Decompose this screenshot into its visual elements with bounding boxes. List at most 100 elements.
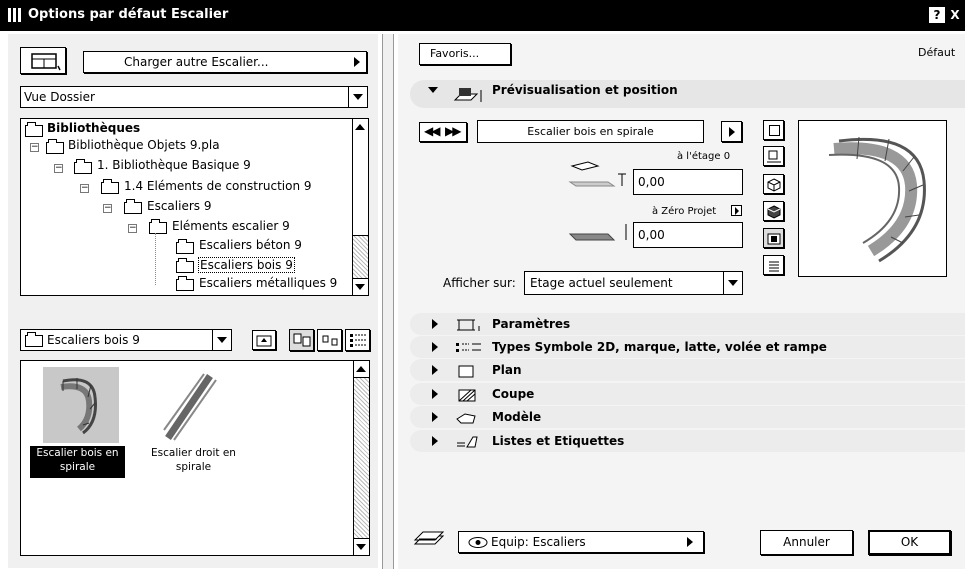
expand-right-icon	[432, 319, 438, 329]
object-name-field: Escalier bois en spirale	[477, 120, 704, 143]
view-list-button[interactable]	[763, 255, 784, 275]
collapse-icon[interactable]: −	[80, 184, 89, 193]
preview-pane	[798, 120, 947, 277]
small-icons-view-button[interactable]	[317, 329, 342, 351]
load-other-stair-button[interactable]: Charger autre Escalier...	[83, 51, 367, 73]
tree-label: Escaliers métalliques 9	[199, 276, 338, 290]
view-section-button[interactable]	[763, 146, 784, 166]
section-model[interactable]: Modèle	[410, 406, 965, 428]
item-label: spirale	[59, 461, 96, 473]
scroll-up-icon[interactable]	[356, 366, 366, 372]
next-icon[interactable]: ▶▶	[445, 124, 462, 138]
tree-connector	[155, 233, 157, 285]
expand-right-icon	[432, 365, 438, 375]
folder-up-icon	[256, 335, 272, 347]
scroll-up-icon[interactable]	[355, 124, 365, 130]
scroll-down-icon[interactable]	[355, 284, 365, 290]
list-view-button[interactable]	[345, 329, 370, 351]
tree-label-selected: Escaliers bois 9	[198, 257, 295, 273]
arrow-right-icon	[729, 127, 735, 137]
show-on-select[interactable]: Etage actuel seulement	[524, 271, 743, 295]
favorites-label: Favoris...	[430, 47, 480, 60]
square-icon	[769, 125, 780, 136]
section-lists-labels[interactable]: Listes et Etiquettes	[410, 430, 965, 452]
right-panel	[398, 34, 965, 569]
expand-right-icon	[432, 436, 438, 446]
show-on-value: Etage actuel seulement	[530, 276, 673, 290]
chevron-down-icon	[353, 94, 363, 100]
view-shaded-button[interactable]	[763, 201, 784, 221]
tree-label: Eléments escalier 9	[172, 219, 290, 233]
large-icons-icon	[293, 333, 311, 347]
splitter[interactable]	[382, 34, 394, 569]
chevron-down-icon	[728, 280, 738, 286]
expand-right-icon	[432, 412, 438, 422]
expand-right-icon	[432, 389, 438, 399]
favorites-button[interactable]: Favoris...	[419, 43, 511, 65]
help-button[interactable]: ?	[929, 7, 945, 23]
shaded-view-icon	[767, 205, 781, 219]
table-layout-icon	[31, 53, 61, 71]
prev-icon[interactable]: ◀◀	[424, 124, 441, 138]
scroll-thumb[interactable]	[353, 135, 368, 236]
section-preview-position[interactable]: Prévisualisation et position	[410, 80, 965, 108]
spiral-stair-thumbnail-icon	[60, 378, 97, 435]
section-plan[interactable]: Plan	[410, 359, 965, 381]
section-label: Modèle	[492, 410, 542, 424]
objects-scrollbar[interactable]	[353, 361, 369, 555]
layout-toggle-button[interactable]	[20, 47, 66, 74]
collapse-icon[interactable]: −	[30, 143, 39, 152]
section-coupe[interactable]: Coupe	[410, 383, 965, 405]
collapse-icon[interactable]: −	[128, 224, 137, 233]
stair-preview-icon	[453, 88, 482, 102]
list-view-icon	[350, 334, 366, 347]
tree-label: 1.4 Eléments de construction 9	[124, 179, 312, 193]
title-bar: Options par défaut Escalier ? X	[0, 0, 965, 31]
zero-elevation-icon	[568, 224, 627, 241]
large-icons-view-button[interactable]	[289, 329, 314, 351]
collapse-icon[interactable]: −	[103, 204, 112, 213]
folder-select[interactable]: Escaliers bois 9	[20, 329, 232, 351]
window-title: Options par défaut Escalier	[28, 7, 229, 22]
tree-scrollbar[interactable]	[352, 119, 368, 295]
section-parameters[interactable]: Paramètres	[410, 313, 965, 335]
eye-icon	[468, 537, 488, 548]
zero-toggle-button[interactable]	[731, 205, 742, 216]
symbol-types-icon	[456, 343, 481, 352]
ok-button[interactable]: OK	[868, 530, 951, 555]
collapse-icon[interactable]: −	[54, 164, 63, 173]
folder-icon	[101, 179, 119, 194]
folder-icon	[46, 139, 64, 154]
section-2d-symbol-types[interactable]: Types Symbole 2D, marque, latte, volée e…	[410, 336, 965, 358]
floor-elevation-input[interactable]: 0,00	[633, 169, 743, 195]
view-mode-select[interactable]: Vue Dossier	[20, 86, 368, 108]
item-label: Escalier bois en	[36, 447, 119, 459]
zero-elevation-input[interactable]: 0,00	[633, 222, 743, 248]
load-other-label: Charger autre Escalier...	[124, 55, 269, 69]
section-label: Prévisualisation et position	[492, 83, 678, 97]
arrow-right-icon	[687, 537, 693, 547]
floor-elevation-icon	[568, 161, 626, 187]
close-button[interactable]: X	[947, 7, 963, 23]
object-settings-button[interactable]	[721, 121, 742, 142]
floor-elevation-value: 0,00	[638, 175, 665, 189]
view-plan-button[interactable]	[763, 120, 784, 140]
film-icon	[767, 233, 781, 245]
dropdown-arrow	[723, 272, 742, 294]
scroll-down-icon[interactable]	[356, 544, 366, 550]
cancel-button[interactable]: Annuler	[760, 530, 853, 555]
folder-icon	[124, 199, 142, 214]
tree-label: Escaliers 9	[147, 199, 212, 213]
prev-next-buttons[interactable]: ◀◀ ▶▶	[419, 122, 467, 142]
item-label: spirale	[175, 461, 212, 473]
folder-icon	[25, 332, 43, 347]
folder-icon	[176, 239, 194, 254]
object-name: Escalier bois en spirale	[527, 125, 654, 138]
parent-folder-button[interactable]	[252, 330, 276, 350]
folder-icon	[176, 276, 194, 291]
layer-select-button[interactable]: Equip: Escaliers	[458, 531, 704, 553]
show-on-label: Afficher sur:	[443, 276, 516, 290]
expand-right-icon	[432, 342, 438, 352]
view-axo-button[interactable]	[763, 174, 784, 194]
view-render-button[interactable]	[763, 228, 784, 248]
